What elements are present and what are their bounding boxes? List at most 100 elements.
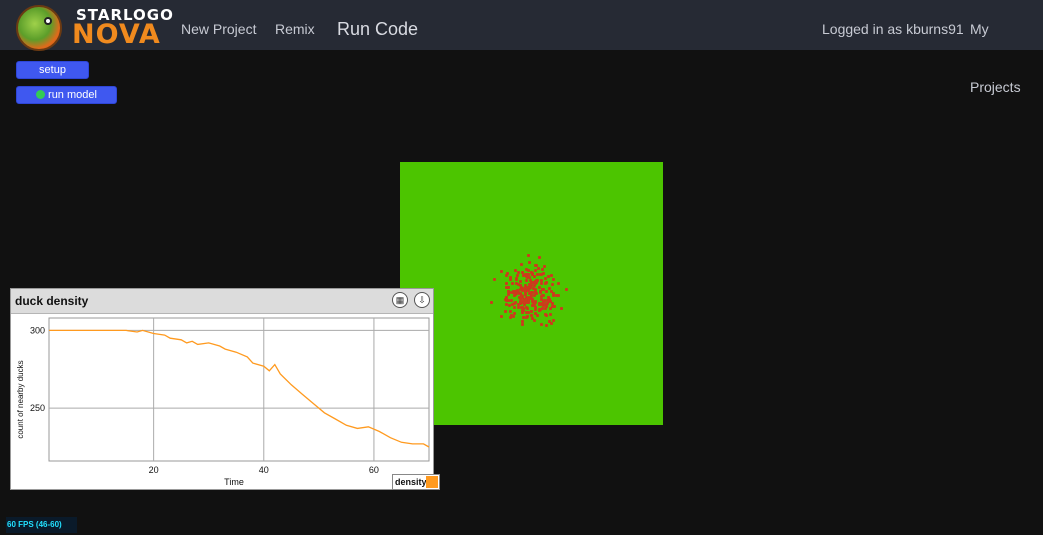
duck-agent — [543, 264, 547, 268]
plot-area — [48, 317, 430, 462]
turtle-mascot-icon — [16, 5, 62, 51]
duck-agent — [546, 274, 550, 278]
duck-agent — [531, 280, 535, 284]
duck-agent — [520, 322, 524, 326]
duck-agent — [530, 309, 534, 313]
legend-label: density — [395, 477, 427, 487]
logged-in-label: Logged in as kburns91 — [822, 21, 964, 37]
duck-agent — [531, 286, 535, 290]
duck-agent — [527, 254, 531, 258]
duck-agent — [510, 281, 514, 285]
duck-agent — [507, 303, 511, 307]
duck-agent — [529, 294, 533, 298]
duck-agent — [517, 271, 521, 275]
duck-agent — [526, 300, 530, 304]
duck-agent — [556, 282, 560, 286]
duck-agent — [547, 319, 551, 323]
run-indicator-icon — [36, 90, 46, 99]
download-icon[interactable]: ⇩ — [414, 292, 430, 308]
duck-agent — [532, 293, 536, 297]
duck-agent — [519, 306, 523, 310]
duck-agent — [544, 306, 548, 310]
run-model-button-label: run model — [48, 89, 97, 101]
duck-agent — [550, 274, 554, 278]
duck-agent — [510, 290, 514, 294]
duck-agent — [524, 315, 528, 319]
setup-button-label: setup — [39, 64, 66, 76]
duck-agent — [556, 294, 560, 298]
simulation-world-view[interactable] — [400, 162, 663, 425]
duck-agent — [508, 309, 512, 313]
duck-agent — [551, 293, 555, 297]
y-tick-label: 300 — [30, 325, 45, 335]
duck-agent — [505, 302, 509, 306]
duck-agent — [550, 322, 554, 326]
duck-agent — [525, 267, 529, 271]
duck-agent — [520, 319, 524, 323]
duck-agent — [536, 266, 540, 270]
duck-agent — [548, 313, 552, 317]
duck-agent — [560, 306, 564, 310]
duck-agent — [546, 295, 550, 299]
duck-agent — [535, 273, 539, 277]
duck-agent — [512, 314, 516, 318]
nav-remix[interactable]: Remix — [275, 0, 315, 50]
duck-agent — [538, 290, 542, 294]
nav-my-projects[interactable]: My Projects — [970, 0, 1043, 95]
duck-agent — [519, 280, 523, 284]
run-model-button[interactable]: run model — [16, 86, 117, 104]
duck-agent — [541, 268, 545, 272]
starlogo-nova-logo[interactable]: STARLOGO NOVA — [16, 2, 173, 51]
chart-legend: density — [392, 474, 440, 490]
duck-agent — [490, 300, 494, 304]
duck-agent — [509, 314, 513, 318]
duck-agent — [513, 312, 517, 316]
fps-counter: 60 FPS (46-60) — [6, 517, 77, 533]
duck-density-chart-panel: duck density ▦ ⇩ 20 40 60 250 300 Time count o… — [10, 288, 434, 490]
duck-agent — [529, 270, 533, 274]
duck-agent — [537, 255, 541, 259]
setup-button[interactable]: setup — [16, 61, 89, 79]
duck-agent — [540, 272, 544, 276]
duck-agent — [514, 292, 518, 296]
table-icon[interactable]: ▦ — [392, 292, 408, 308]
duck-agent — [524, 279, 528, 283]
duck-agent — [522, 273, 526, 277]
duck-agent — [542, 298, 546, 302]
duck-agent — [541, 287, 545, 291]
duck-agent — [504, 282, 508, 286]
duck-agent — [544, 323, 548, 327]
duck-agent — [526, 289, 530, 293]
duck-agent — [548, 306, 552, 310]
duck-agent — [500, 315, 504, 319]
duck-agent — [507, 292, 511, 296]
duck-agent — [540, 306, 544, 310]
y-tick-label: 250 — [30, 403, 45, 413]
duck-agent — [534, 311, 538, 315]
duck-agent — [519, 263, 523, 267]
nav-new-project[interactable]: New Project — [181, 0, 256, 50]
x-axis-label: Time — [224, 477, 244, 487]
nav-run-code[interactable]: Run Code — [337, 0, 418, 50]
density-line-chart: 20 40 60 250 300 Time count of nearby ducks — [16, 317, 430, 487]
duck-agent — [540, 281, 544, 285]
chart-panel-header[interactable]: duck density ▦ ⇩ — [11, 289, 433, 314]
duck-agent — [515, 278, 519, 282]
duck-agent — [499, 269, 503, 273]
x-tick-label: 20 — [149, 465, 159, 475]
chart-title: duck density — [15, 294, 89, 308]
duck-agent — [536, 314, 540, 318]
duck-agent — [530, 313, 534, 317]
duck-agent — [503, 309, 507, 313]
top-navigation-bar: STARLOGO NOVA New Project Remix Run Code… — [0, 0, 1043, 95]
duck-agent — [544, 313, 548, 317]
duck-agent — [514, 282, 518, 286]
duck-agent — [551, 278, 555, 282]
duck-agent — [544, 280, 548, 284]
duck-agent — [521, 300, 525, 303]
duck-agent — [539, 323, 543, 327]
duck-agent — [533, 269, 537, 273]
duck-agent — [545, 302, 549, 306]
x-tick-label: 40 — [259, 465, 269, 475]
duck-agent — [515, 288, 519, 292]
